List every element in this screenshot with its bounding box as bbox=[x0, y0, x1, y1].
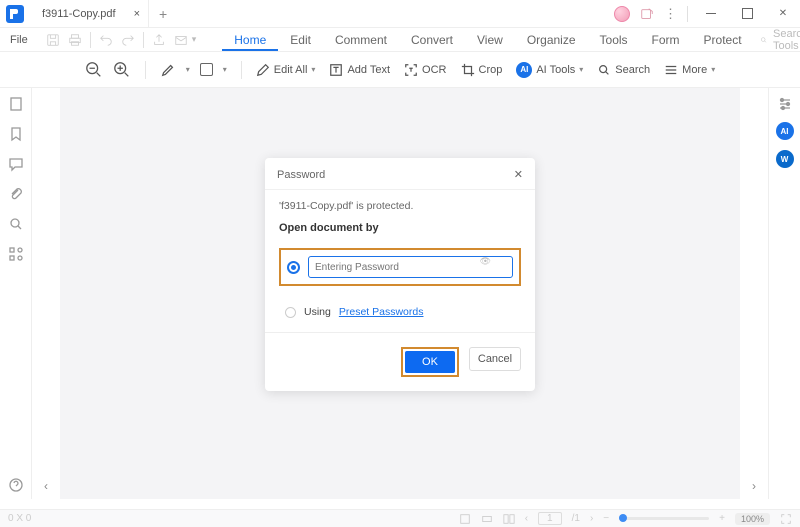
zoom-slider[interactable] bbox=[619, 517, 709, 520]
tab-view[interactable]: View bbox=[465, 29, 515, 51]
more-button[interactable]: More ▾ bbox=[664, 63, 715, 77]
zoom-out-icon[interactable] bbox=[85, 61, 103, 79]
share-icon[interactable] bbox=[152, 33, 166, 47]
fit-page-icon[interactable] bbox=[459, 513, 471, 525]
crop-icon bbox=[461, 63, 475, 77]
prev-page-button[interactable]: ‹ bbox=[525, 513, 528, 524]
document-tab[interactable]: f3911-Copy.pdf × bbox=[30, 0, 149, 28]
sidebar-left bbox=[0, 88, 32, 499]
ai-tools-button[interactable]: AI AI Tools ▾ bbox=[516, 62, 583, 78]
using-label: Using bbox=[304, 306, 331, 318]
add-text-button[interactable]: Add Text bbox=[329, 63, 390, 77]
chevron-down-icon: ▾ bbox=[711, 65, 715, 74]
kebab-menu-icon[interactable]: ⋮ bbox=[664, 6, 677, 22]
panel-search-icon[interactable] bbox=[8, 216, 24, 232]
tab-protect[interactable]: Protect bbox=[692, 29, 754, 51]
add-tab-button[interactable]: + bbox=[149, 6, 177, 22]
undo-icon[interactable] bbox=[99, 33, 113, 47]
settings-icon[interactable] bbox=[777, 96, 793, 112]
ai-badge-icon: AI bbox=[516, 62, 532, 78]
tab-home[interactable]: Home bbox=[222, 29, 278, 51]
chevron-down-icon: ▾ bbox=[579, 65, 583, 74]
text-icon bbox=[329, 63, 343, 77]
two-page-icon[interactable] bbox=[503, 513, 515, 525]
attachments-icon[interactable] bbox=[8, 186, 24, 202]
tab-form[interactable]: Form bbox=[640, 29, 692, 51]
status-bar: 0 X 0 ‹ 1 /1 › − + 100% bbox=[0, 509, 800, 527]
tab-convert[interactable]: Convert bbox=[399, 29, 465, 51]
redo-icon[interactable] bbox=[121, 33, 135, 47]
tab-comment[interactable]: Comment bbox=[323, 29, 399, 51]
tab-tools[interactable]: Tools bbox=[588, 29, 640, 51]
preset-option: Using Preset Passwords bbox=[285, 306, 521, 318]
zoom-out-small[interactable]: − bbox=[603, 513, 609, 524]
ocr-button[interactable]: OCR bbox=[404, 63, 446, 77]
dimensions-label: 0 X 0 bbox=[8, 513, 31, 524]
tab-title: f3911-Copy.pdf bbox=[42, 8, 116, 20]
bookmarks-icon[interactable] bbox=[8, 126, 24, 142]
help-icon[interactable] bbox=[8, 477, 24, 493]
chevron-down-icon[interactable]: ▾ bbox=[223, 65, 227, 74]
radio-selected[interactable] bbox=[287, 261, 300, 274]
print-icon[interactable] bbox=[68, 33, 82, 47]
notification-icon[interactable] bbox=[640, 7, 654, 21]
scroll-right[interactable]: › bbox=[740, 88, 768, 499]
word-sidebar-icon[interactable]: W bbox=[776, 150, 794, 168]
ok-button[interactable]: OK bbox=[405, 351, 455, 373]
tab-organize[interactable]: Organize bbox=[515, 29, 588, 51]
file-menu[interactable]: File bbox=[4, 32, 34, 48]
search-icon bbox=[597, 63, 611, 77]
page-total: /1 bbox=[572, 513, 580, 524]
close-icon[interactable]: × bbox=[134, 8, 140, 20]
scroll-left[interactable]: ‹ bbox=[32, 88, 60, 499]
zoom-in-small[interactable]: + bbox=[719, 513, 725, 524]
search-tools-input[interactable]: Search Tools bbox=[773, 28, 800, 52]
comments-icon[interactable] bbox=[8, 156, 24, 172]
close-icon[interactable]: ✕ bbox=[514, 168, 523, 181]
sidebar-right: AI W bbox=[768, 88, 800, 499]
chevron-down-icon[interactable]: ▾ bbox=[186, 65, 190, 74]
next-page-button[interactable]: › bbox=[590, 513, 593, 524]
dialog-message: 'f3911-Copy.pdf' is protected. bbox=[279, 200, 521, 212]
fit-width-icon[interactable] bbox=[481, 513, 493, 525]
toolbar: ▾ ▾ Edit All ▾ Add Text OCR Crop AI AI T… bbox=[0, 52, 800, 88]
eye-icon[interactable]: 👁 bbox=[480, 256, 491, 267]
menu-bar: File ▾ Home Edit Comment Convert View Or… bbox=[0, 28, 800, 52]
password-dialog: Password ✕ 'f3911-Copy.pdf' is protected… bbox=[265, 158, 535, 391]
highlighter-icon[interactable] bbox=[160, 62, 176, 78]
tab-edit[interactable]: Edit bbox=[278, 29, 323, 51]
minimize-button[interactable] bbox=[698, 1, 724, 27]
page-input[interactable]: 1 bbox=[538, 512, 562, 525]
pencil-icon bbox=[256, 63, 270, 77]
window-close-button[interactable] bbox=[770, 1, 796, 27]
search-button[interactable]: Search bbox=[597, 63, 650, 77]
avatar[interactable] bbox=[614, 6, 630, 22]
fullscreen-icon[interactable] bbox=[780, 513, 792, 525]
open-by-label: Open document by bbox=[279, 222, 521, 234]
menu-icon bbox=[664, 63, 678, 77]
search-small-icon bbox=[760, 34, 767, 46]
maximize-button[interactable] bbox=[734, 1, 760, 27]
zoom-in-icon[interactable] bbox=[113, 61, 131, 79]
ai-sidebar-icon[interactable]: AI bbox=[776, 122, 794, 140]
app-logo bbox=[6, 5, 24, 23]
chevron-down-icon[interactable]: ▾ bbox=[192, 34, 197, 45]
thumbnails-icon[interactable] bbox=[8, 96, 24, 112]
ocr-icon bbox=[404, 63, 418, 77]
edit-all-button[interactable]: Edit All ▾ bbox=[256, 63, 316, 77]
chevron-down-icon: ▾ bbox=[311, 65, 315, 74]
shape-icon[interactable] bbox=[200, 63, 213, 76]
ok-highlight: OK bbox=[401, 347, 459, 377]
preset-passwords-link[interactable]: Preset Passwords bbox=[339, 306, 424, 318]
zoom-display[interactable]: 100% bbox=[735, 513, 770, 525]
crop-button[interactable]: Crop bbox=[461, 63, 503, 77]
radio-unselected[interactable] bbox=[285, 307, 296, 318]
save-icon[interactable] bbox=[46, 33, 60, 47]
password-option: 👁 bbox=[279, 248, 521, 286]
title-bar: f3911-Copy.pdf × + ⋮ bbox=[0, 0, 800, 28]
dialog-title: Password bbox=[277, 169, 325, 181]
cancel-button[interactable]: Cancel bbox=[469, 347, 521, 371]
mail-icon[interactable] bbox=[174, 33, 188, 47]
fields-icon[interactable] bbox=[8, 246, 24, 262]
